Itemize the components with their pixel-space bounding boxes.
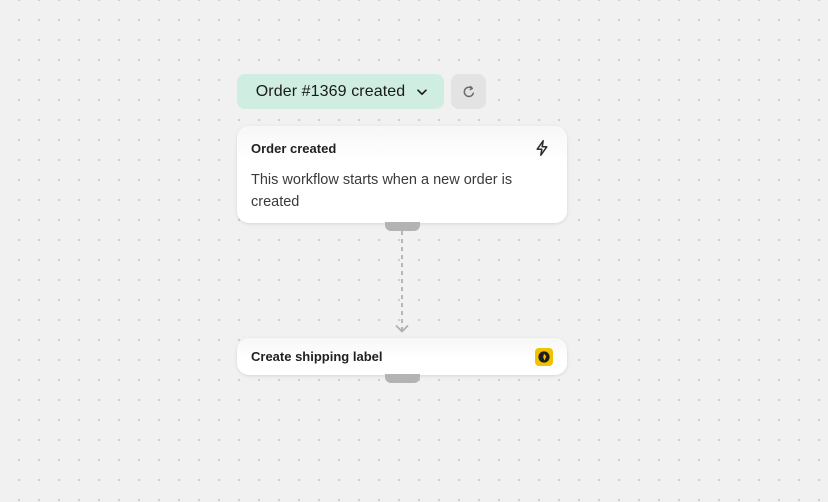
trigger-card-title: Order created (251, 140, 337, 156)
trigger-card-description: This workflow starts when a new order is… (251, 172, 513, 210)
chevron-down-icon (415, 85, 429, 99)
run-selector-dropdown[interactable]: Order #1369 created (237, 74, 444, 109)
connector-arrow (395, 231, 409, 333)
workflow-canvas[interactable]: Order #1369 created Order created This w… (0, 0, 828, 502)
bolt-icon (533, 139, 551, 157)
refresh-button[interactable] (451, 74, 486, 109)
trigger-card-order-created[interactable]: Order created This workflow starts when … (237, 126, 567, 223)
action-card-title: Create shipping label (251, 349, 383, 364)
action-card-create-shipping-label[interactable]: Create shipping label (237, 338, 567, 375)
shipping-app-icon (535, 347, 553, 366)
connector-handle-out-bottom[interactable] (385, 374, 420, 383)
refresh-icon (461, 84, 477, 100)
run-selector-label: Order #1369 created (255, 82, 406, 100)
